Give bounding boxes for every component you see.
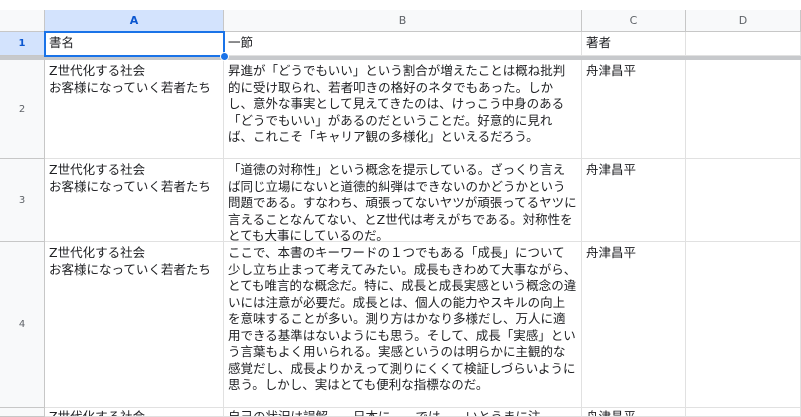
cell-b3[interactable]: 「道徳の対称性」という概念を提示している。ざっくり言えば同じ立場にないと道徳的糾… (224, 159, 582, 242)
cell-a3[interactable]: Z世代化する社会 お客様になっていく若者たち (45, 159, 224, 242)
cell-c5[interactable]: 舟津昌平 (582, 408, 686, 417)
cell-c2[interactable]: 舟津昌平 (582, 60, 686, 159)
cell-d4[interactable] (686, 242, 801, 408)
row-header-1[interactable]: 1 (0, 32, 45, 56)
row-header-5[interactable] (0, 408, 45, 417)
spreadsheet-grid: A B C D 1 書名 一節 著者 2 Z世代化する社会 お客様になっていく若… (0, 0, 801, 417)
cell-c4[interactable]: 舟津昌平 (582, 242, 686, 408)
toolbar-remnant (0, 0, 801, 10)
cell-b4[interactable]: ここで、本書のキーワードの１つでもある「成長」について少し立ち止まって考えてみた… (224, 242, 582, 408)
fill-handle[interactable] (220, 52, 229, 61)
cell-d5[interactable] (686, 408, 801, 417)
cell-d1[interactable] (686, 32, 801, 56)
column-header-b[interactable]: B (224, 10, 582, 32)
cell-b1[interactable]: 一節 (224, 32, 582, 56)
cell-d2[interactable] (686, 60, 801, 159)
cell-d3[interactable] (686, 159, 801, 242)
column-header-c[interactable]: C (582, 10, 686, 32)
cell-b5[interactable]: 自己の状況は誤解……日本に……では……いとうまに注 (224, 408, 582, 417)
cell-a4[interactable]: Z世代化する社会 お客様になっていく若者たち (45, 242, 224, 408)
cell-a2[interactable]: Z世代化する社会 お客様になっていく若者たち (45, 60, 224, 159)
cell-a1[interactable]: 書名 (45, 32, 224, 56)
cell-b2[interactable]: 昇進が「どうでもいい」という割合が増えたことは概ね批判的に受け取られ、若者叩きの… (224, 60, 582, 159)
cell-a5[interactable]: Z世代化する社会 (45, 408, 224, 417)
column-header-a[interactable]: A (45, 10, 224, 32)
row-header-3[interactable]: 3 (0, 159, 45, 242)
cell-c1[interactable]: 著者 (582, 32, 686, 56)
row-header-4[interactable]: 4 (0, 242, 45, 408)
select-all-corner[interactable] (0, 10, 45, 32)
row-header-2[interactable]: 2 (0, 60, 45, 159)
cell-c3[interactable]: 舟津昌平 (582, 159, 686, 242)
column-header-d[interactable]: D (686, 10, 801, 32)
